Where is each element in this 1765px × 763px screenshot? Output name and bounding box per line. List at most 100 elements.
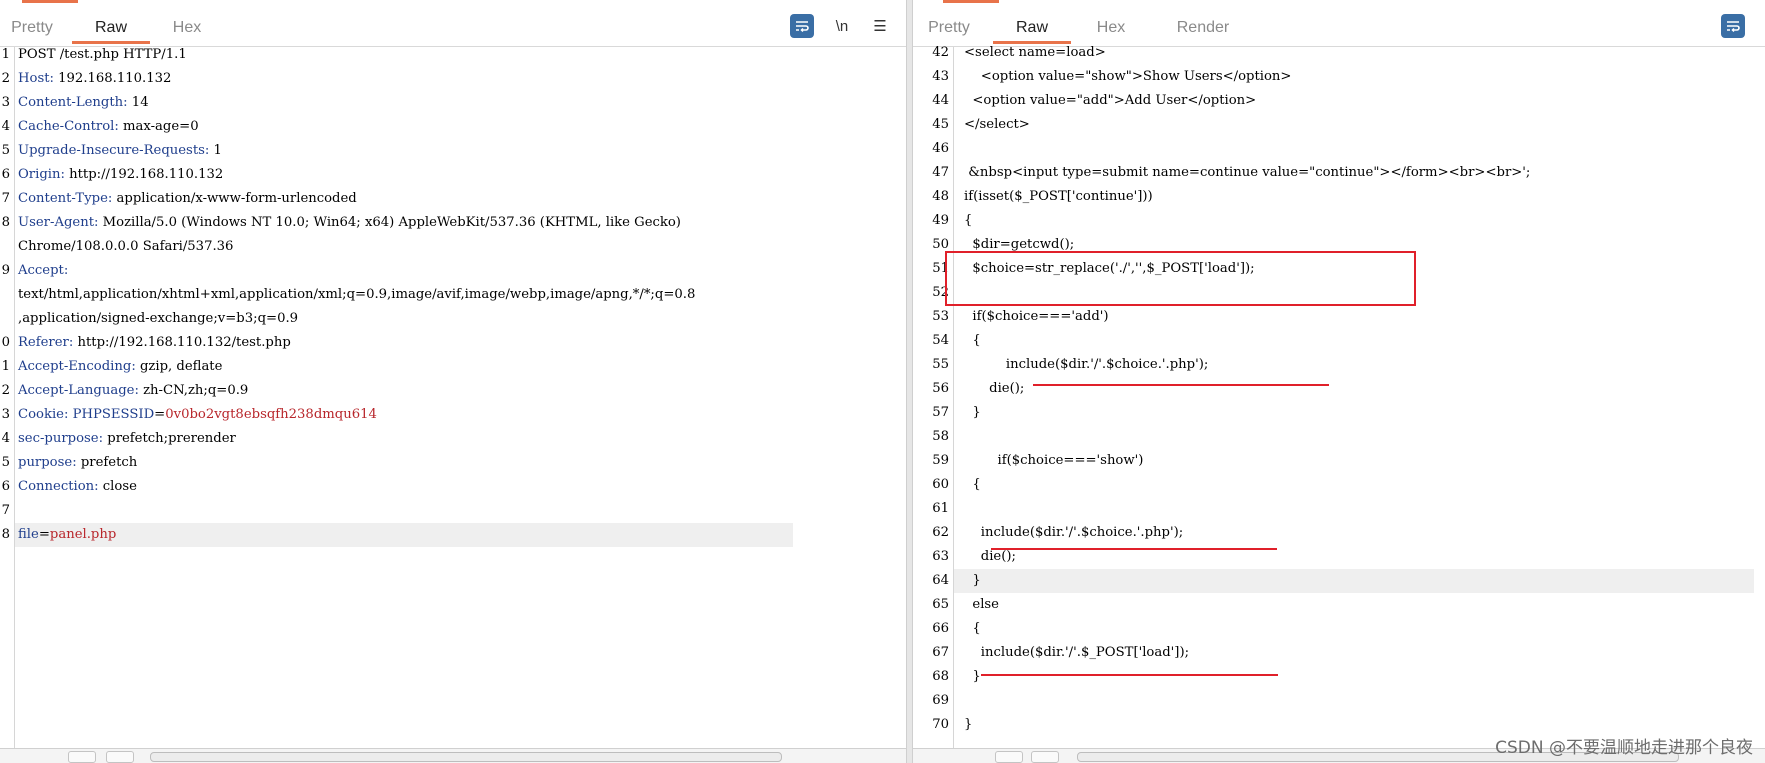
line-number: 6: [1, 167, 10, 182]
code-text: 14: [127, 95, 149, 110]
code-text: &nbsp<input type=submit name=continue va…: [964, 165, 1531, 180]
header-name: Origin:: [18, 167, 65, 182]
line-number: 62: [932, 525, 949, 540]
header-name: file: [18, 527, 39, 542]
code-line: Origin: http://192.168.110.132: [18, 163, 223, 187]
code-line: </select>: [964, 113, 1030, 137]
header-name: Referer:: [18, 335, 74, 350]
line-number: 4: [1, 119, 10, 134]
code-line: purpose: prefetch: [18, 451, 137, 475]
code-line: include($dir.'/'.$choice.'.php');: [964, 521, 1183, 545]
line-number: 60: [932, 477, 949, 492]
horizontal-scrollbar[interactable]: [0, 748, 906, 763]
line-number: 47: [932, 165, 949, 180]
header-name: PHPSESSID: [72, 407, 155, 422]
line-number: 6: [1, 479, 10, 494]
code-line: if($choice==='show'): [964, 449, 1144, 473]
tab-raw[interactable]: Raw: [993, 16, 1071, 44]
code-line: POST /test.php HTTP/1.1: [18, 43, 187, 67]
code-line: if($choice==='add'): [964, 305, 1108, 329]
response-pane: Pretty Raw Hex Render 42 <select name=loa…: [913, 0, 1765, 763]
line-number: 2: [1, 383, 10, 398]
code-line: ,application/signed-exchange;v=b3;q=0.9: [18, 307, 298, 331]
header-name: Accept-Language:: [18, 383, 139, 398]
newline-toggle-icon[interactable]: \n: [830, 14, 854, 38]
code-line: {: [964, 329, 980, 353]
line-number: 7: [1, 191, 10, 206]
menu-icon[interactable]: ☰: [868, 14, 892, 38]
line-number: 53: [932, 309, 949, 324]
code-text: application/x-www-form-urlencoded: [112, 191, 357, 206]
code-text: include($dir.'/'.$choice.'.php');: [964, 357, 1209, 372]
code-line: $choice=str_replace('./','',$_POST['load…: [964, 257, 1254, 281]
code-text: else: [964, 597, 999, 612]
line-number: 65: [932, 597, 949, 612]
code-text: if(isset($_POST['continue'])): [964, 189, 1153, 204]
tab-raw[interactable]: Raw: [72, 16, 150, 44]
code-text: <option value="add">Add User</option>: [964, 93, 1257, 108]
tab-pretty[interactable]: Pretty: [915, 16, 983, 44]
line-number: 52: [932, 285, 949, 300]
code-line: <option value="add">Add User</option>: [964, 89, 1256, 113]
code-text: $dir=getcwd();: [964, 237, 1075, 252]
scroll-left-button[interactable]: [995, 751, 1023, 763]
code-line: Cache-Control: max-age=0: [18, 115, 199, 139]
line-number: 56: [932, 381, 949, 396]
param-value: panel.php: [49, 527, 117, 542]
line-number: 1: [1, 47, 10, 62]
scroll-right-button[interactable]: [106, 751, 134, 763]
scroll-left-button[interactable]: [68, 751, 96, 763]
code-line: if(isset($_POST['continue'])): [964, 185, 1153, 209]
code-line: Cookie: PHPSESSID=0v0bo2vgt8ebsqfh238dmq…: [18, 403, 377, 427]
response-editor[interactable]: 42 <select name=load> 43 <option value="sh…: [913, 45, 1765, 749]
current-line-highlight: [15, 523, 793, 547]
scroll-thumb[interactable]: [150, 752, 782, 762]
code-text: gzip, deflate: [135, 359, 223, 374]
code-text: http://192.168.110.132: [64, 167, 224, 182]
tab-pretty[interactable]: Pretty: [0, 16, 64, 44]
code-text: }: [964, 573, 981, 588]
line-number: 67: [932, 645, 949, 660]
header-name: Content-Length:: [18, 95, 128, 110]
line-number: [0, 283, 10, 307]
code-text: Chrome/108.0.0.0 Safari/537.36: [18, 239, 234, 254]
code-text: if($choice==='show'): [964, 453, 1144, 468]
header-name: purpose:: [18, 455, 77, 470]
code-text: 192.168.110.132: [53, 71, 172, 86]
code-line: {: [964, 473, 980, 497]
line-number: 69: [932, 693, 949, 708]
wrap-lines-icon[interactable]: [790, 14, 814, 38]
code-line: }: [964, 713, 972, 737]
code-line: Content-Length: 14: [18, 91, 149, 115]
line-number: [0, 307, 10, 331]
tab-render[interactable]: Render: [1163, 16, 1243, 44]
line-number: 42: [932, 45, 949, 60]
code-line: <option value="show">Show Users</option>: [964, 65, 1292, 89]
code-line: sec-purpose: prefetch;prerender: [18, 427, 236, 451]
header-name: User-Agent:: [18, 215, 99, 230]
tab-hex[interactable]: Hex: [158, 16, 216, 44]
code-text: }: [964, 717, 973, 732]
code-line: else: [964, 593, 999, 617]
current-line-highlight: [954, 569, 1754, 593]
tab-hex[interactable]: Hex: [1083, 16, 1139, 44]
line-number: 68: [932, 669, 949, 684]
line-number: 7: [1, 503, 10, 518]
wrap-lines-icon[interactable]: [1721, 14, 1745, 38]
line-number: 45: [932, 117, 949, 132]
code-text: <select name=load>: [964, 45, 1106, 60]
code-line: <select name=load>: [964, 41, 1106, 65]
request-editor[interactable]: 1 POST /test.php HTTP/1.1 2 Host: 192.168.1…: [0, 47, 906, 749]
scroll-right-button[interactable]: [1031, 751, 1059, 763]
line-number: 3: [1, 407, 10, 422]
code-line: User-Agent: Mozilla/5.0 (Windows NT 10.0…: [18, 211, 681, 235]
code-text: {: [964, 621, 981, 636]
code-text: http://192.168.110.132/test.php: [73, 335, 291, 350]
code-line: Host: 192.168.110.132: [18, 67, 171, 91]
pane-splitter[interactable]: [906, 0, 913, 763]
line-number: 51: [932, 261, 949, 276]
code-text: ,application/signed-exchange;v=b3;q=0.9: [18, 311, 299, 326]
header-name: Upgrade-Insecure-Requests:: [18, 143, 210, 158]
code-text: text/html,application/xhtml+xml,applicat…: [18, 287, 696, 302]
code-line: &nbsp<input type=submit name=continue va…: [964, 161, 1530, 185]
